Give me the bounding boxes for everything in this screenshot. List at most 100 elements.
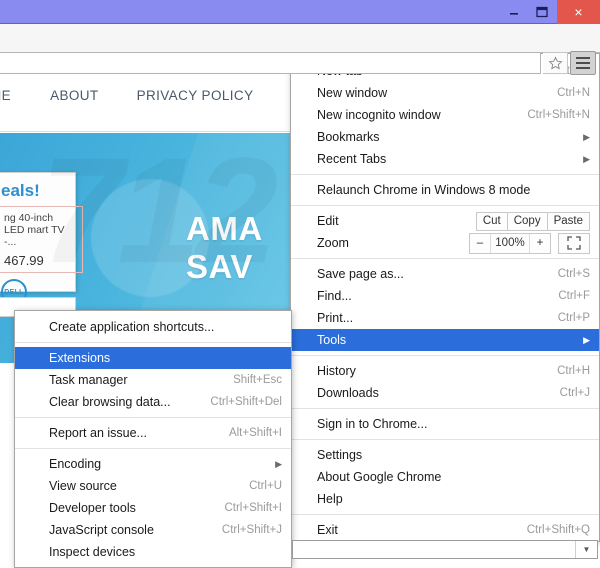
zoom-in-button[interactable]: +	[530, 234, 550, 253]
menu-item-about-google-chrome[interactable]: About Google Chrome	[291, 466, 599, 488]
menu-item-tools[interactable]: Tools ▶	[291, 329, 599, 351]
menu-item-label: About Google Chrome	[317, 470, 442, 484]
menu-item-task-manager[interactable]: Task manager Shift+Esc	[15, 369, 291, 391]
menu-item-shortcut: Alt+Shift+I	[228, 427, 282, 439]
menu-item-encoding[interactable]: Encoding ▶	[15, 453, 291, 475]
site-nav-link-about[interactable]: ABOUT	[50, 88, 99, 103]
menu-item-label: Settings	[317, 448, 363, 462]
menu-item-label: Recent Tabs	[317, 152, 387, 166]
chrome-menu-button[interactable]	[570, 51, 596, 75]
menu-item-bookmarks[interactable]: Bookmarks ▶	[291, 126, 599, 148]
ad-product-description: ng 40-inch LED mart TV -...	[4, 212, 65, 248]
menu-item-label: Tools	[317, 333, 347, 347]
fullscreen-button[interactable]	[558, 232, 590, 254]
ad-product-box: ng 40-inch LED mart TV -... 467.99	[0, 206, 83, 273]
restore-icon	[536, 6, 548, 18]
menu-separator	[291, 355, 599, 356]
zoom-stepper: – 100% +	[469, 232, 551, 254]
ad-product-price: 467.99	[4, 253, 44, 268]
restore-button[interactable]	[528, 0, 557, 24]
bookmark-star-button[interactable]	[543, 52, 568, 74]
menu-item-print[interactable]: Print... Ctrl+P	[291, 307, 599, 329]
menu-item-report-an-issue[interactable]: Report an issue... Alt+Shift+I	[15, 422, 291, 444]
menu-item-label: Bookmarks	[317, 130, 380, 144]
zoom-level-value: 100%	[490, 233, 530, 253]
menu-item-new-window[interactable]: New window Ctrl+N	[291, 82, 599, 104]
fullscreen-icon	[567, 236, 581, 250]
paste-button[interactable]: Paste	[546, 211, 590, 231]
cut-button[interactable]: Cut	[475, 211, 508, 231]
menu-separator	[291, 174, 599, 175]
menu-separator	[291, 408, 599, 409]
copy-button[interactable]: Copy	[506, 211, 548, 231]
menu-separator	[291, 514, 599, 515]
menu-separator	[15, 417, 291, 418]
menu-item-edit: Edit Cut Copy Paste	[291, 210, 599, 232]
menu-item-label: Task manager	[49, 373, 128, 387]
menu-item-label: Sign in to Chrome...	[317, 417, 428, 431]
address-bar-input[interactable]	[0, 52, 541, 74]
menu-item-shortcut: Ctrl+Shift+Del	[210, 396, 282, 408]
menu-item-label: Inspect devices	[49, 545, 136, 559]
menu-separator	[15, 342, 291, 343]
site-nav-link-home[interactable]: ME	[0, 88, 11, 103]
menu-item-save-page-as[interactable]: Save page as... Ctrl+S	[291, 263, 599, 285]
menu-item-recent-tabs[interactable]: Recent Tabs ▶	[291, 148, 599, 170]
menu-item-shortcut: Shift+Esc	[233, 374, 282, 386]
menu-item-downloads[interactable]: Downloads Ctrl+J	[291, 382, 599, 404]
menu-item-create-application-shortcuts[interactable]: Create application shortcuts...	[15, 316, 291, 338]
menu-item-sign-in-to-chrome[interactable]: Sign in to Chrome...	[291, 413, 599, 435]
menu-item-history[interactable]: History Ctrl+H	[291, 360, 599, 382]
bottom-select-field[interactable]: ▼	[292, 540, 598, 559]
menu-item-label: Zoom	[317, 236, 349, 250]
hero-headline: AMA SAV	[186, 210, 263, 286]
edit-button-group: Cut Copy Paste	[475, 211, 590, 231]
hero-headline-line-2: SAV	[186, 248, 253, 285]
zoom-out-button[interactable]: –	[470, 234, 490, 253]
menu-item-label: New window	[317, 86, 388, 100]
menu-separator	[291, 439, 599, 440]
chevron-right-icon: ▶	[275, 458, 282, 469]
menu-separator	[15, 448, 291, 449]
menu-item-label: Developer tools	[49, 501, 136, 515]
menu-separator	[291, 205, 599, 206]
menu-item-view-source[interactable]: View source Ctrl+U	[15, 475, 291, 497]
hamburger-line	[576, 57, 590, 59]
menu-item-label: Report an issue...	[49, 426, 147, 440]
menu-item-label: Exit	[317, 523, 338, 537]
menu-item-settings[interactable]: Settings	[291, 444, 599, 466]
menu-item-shortcut: Ctrl+Shift+N	[527, 109, 590, 121]
menu-item-shortcut: Ctrl+Shift+J	[221, 524, 282, 536]
menu-item-label: Extensions	[49, 351, 111, 365]
menu-item-developer-tools[interactable]: Developer tools Ctrl+Shift+I	[15, 497, 291, 519]
menu-item-label: Clear browsing data...	[49, 395, 171, 409]
window-title-bar: ×	[0, 0, 600, 24]
hamburger-line	[576, 67, 590, 69]
menu-item-clear-browsing-data[interactable]: Clear browsing data... Ctrl+Shift+Del	[15, 391, 291, 413]
minimize-button[interactable]	[499, 0, 528, 24]
menu-item-label: View source	[49, 479, 117, 493]
menu-item-shortcut: Ctrl+Shift+Q	[526, 524, 590, 536]
menu-item-find[interactable]: Find... Ctrl+F	[291, 285, 599, 307]
menu-item-label: JavaScript console	[49, 523, 154, 537]
zoom-controls: – 100% +	[469, 232, 590, 254]
advertisement-card[interactable]: eals! ng 40-inch LED mart TV -... 467.99…	[0, 172, 83, 305]
close-button[interactable]: ×	[557, 0, 600, 24]
tools-submenu: Create application shortcuts... Extensio…	[14, 310, 292, 568]
menu-item-extensions[interactable]: Extensions	[15, 347, 291, 369]
menu-item-help[interactable]: Help	[291, 488, 599, 510]
menu-item-label: Downloads	[317, 386, 379, 400]
menu-item-shortcut: Ctrl+J	[559, 387, 590, 399]
menu-item-javascript-console[interactable]: JavaScript console Ctrl+Shift+J	[15, 519, 291, 541]
menu-item-relaunch-windows8-mode[interactable]: Relaunch Chrome in Windows 8 mode	[291, 179, 599, 201]
menu-item-shortcut: Ctrl+H	[557, 365, 590, 377]
chevron-down-icon[interactable]: ▼	[575, 541, 597, 558]
menu-item-new-incognito-window[interactable]: New incognito window Ctrl+Shift+N	[291, 104, 599, 126]
menu-item-exit[interactable]: Exit Ctrl+Shift+Q	[291, 519, 599, 541]
menu-item-label: Relaunch Chrome in Windows 8 mode	[317, 183, 531, 197]
menu-item-shortcut: Ctrl+F	[558, 290, 590, 302]
menu-item-label: Find...	[317, 289, 352, 303]
menu-item-shortcut: Ctrl+S	[557, 268, 590, 280]
menu-item-label: Save page as...	[317, 267, 404, 281]
site-nav-link-privacy-policy[interactable]: PRIVACY POLICY	[137, 88, 254, 103]
